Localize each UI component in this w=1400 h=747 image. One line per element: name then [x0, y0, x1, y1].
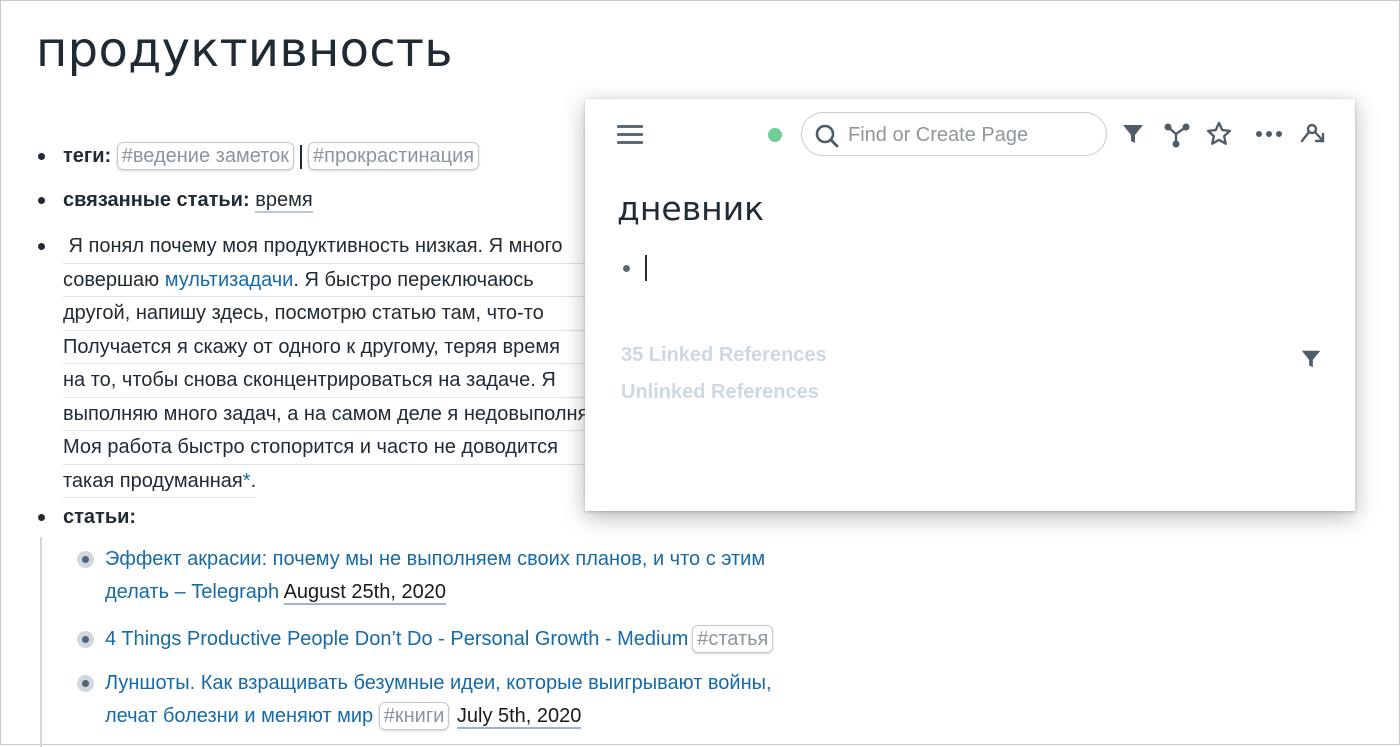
bullet-dot[interactable] [38, 197, 45, 204]
paragraph-text: . Я быстро переключаюсь [293, 268, 534, 291]
tags-block[interactable]: теги: #ведение заметок #прокрастинация [63, 140, 481, 172]
paragraph-line: выполняю много задач, а на самом деле я … [63, 398, 619, 431]
collapsed-bullet[interactable] [77, 551, 94, 568]
paragraph-line: Моя работа быстро стопорится и часто не … [63, 431, 619, 465]
linked-references-toggle[interactable]: 35 Linked References [621, 344, 827, 367]
star-icon[interactable] [1205, 120, 1233, 148]
list-item[interactable]: лечат болезни и меняют мир #книги July 5… [105, 700, 582, 732]
paragraph-line: на то, чтобы снова сконцентрироваться на… [63, 364, 619, 398]
paragraph-text: . [250, 469, 257, 492]
tags-label: теги: [63, 145, 112, 167]
paragraph-line: совершаю мультизадачи. Я быстро переключ… [63, 264, 619, 297]
list-item[interactable]: 4 Things Productive People Don’t Do - Pe… [105, 623, 775, 655]
popup-page-title: дневник [617, 189, 765, 228]
sync-status-icon [768, 128, 782, 142]
paragraph-link[interactable]: мультизадачи [165, 269, 294, 291]
search-input[interactable] [846, 121, 1100, 149]
filter-icon[interactable] [1122, 121, 1144, 147]
page-title: продуктивность [36, 22, 453, 78]
article-link[interactable]: Луншоты. Как взращивать безумные идеи, к… [105, 667, 772, 699]
references-filter-icon[interactable] [1300, 347, 1322, 371]
bullet-dot[interactable] [38, 153, 45, 160]
paragraph-line: такая продуманная*. [63, 465, 257, 498]
unlinked-references-toggle[interactable]: Unlinked References [621, 381, 819, 404]
bullet-dot[interactable] [38, 514, 45, 521]
bullet-dot[interactable] [623, 265, 630, 272]
share-icon[interactable] [1299, 122, 1327, 148]
paragraph-block[interactable]: Я понял почему моя продуктивность низкая… [63, 230, 619, 498]
sidebar-popup: дневник 35 Linked References Unlinked Re… [585, 99, 1355, 511]
article-link[interactable]: 4 Things Productive People Don’t Do - Pe… [105, 628, 688, 650]
related-block[interactable]: связанные статьи: время [63, 184, 313, 216]
children-guide-line [40, 537, 42, 747]
related-link[interactable]: время [255, 189, 313, 213]
tag-статья[interactable]: #статья [692, 625, 774, 653]
date-link[interactable]: August 25th, 2020 [283, 581, 446, 605]
search-box[interactable] [801, 112, 1107, 156]
tag-ведение-заметок[interactable]: #ведение заметок [116, 142, 294, 170]
menu-icon[interactable] [617, 125, 643, 145]
article-link[interactable]: Эффект акрасии: почему мы не выполняем с… [105, 543, 765, 575]
article-link[interactable]: делать – Telegraph [105, 581, 279, 603]
search-icon [815, 124, 839, 148]
graph-icon[interactable] [1163, 121, 1191, 149]
paragraph-line: Я понял почему моя продуктивность низкая… [63, 230, 619, 264]
related-label: связанные статьи: [63, 189, 250, 211]
tag-прокрастинация[interactable]: #прокрастинация [307, 142, 480, 170]
article-link[interactable]: лечат болезни и меняют мир [105, 705, 373, 727]
paragraph-line: другой, напишу здесь, посмотрю статью та… [63, 297, 619, 331]
date-link[interactable]: July 5th, 2020 [456, 705, 582, 729]
footnote-link[interactable]: * [243, 470, 251, 492]
separator [299, 144, 302, 169]
collapsed-bullet[interactable] [77, 631, 94, 648]
list-item[interactable]: делать – Telegraph August 25th, 2020 [105, 576, 446, 608]
paragraph-text: такая продуманная [63, 469, 243, 492]
bullet-dot[interactable] [38, 243, 45, 250]
more-icon[interactable] [1255, 130, 1283, 138]
text-cursor[interactable] [645, 255, 647, 281]
paragraph-text: совершаю [63, 268, 165, 291]
articles-label: статьи: [63, 506, 137, 528]
paragraph-line: Получается я скажу от одного к другому, … [63, 331, 619, 364]
tag-книги[interactable]: #книги [378, 702, 450, 730]
collapsed-bullet[interactable] [77, 675, 94, 692]
